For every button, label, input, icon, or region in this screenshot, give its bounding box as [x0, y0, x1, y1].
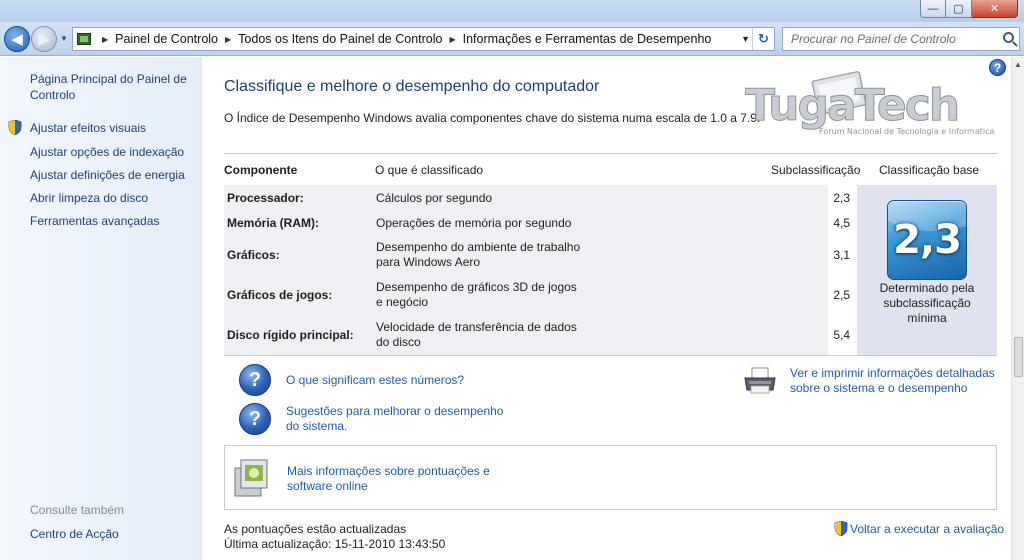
uac-shield-icon [8, 120, 22, 135]
column-header-basescore: Classificação base [879, 163, 980, 177]
chevron-right-icon[interactable]: ▶ [225, 35, 231, 44]
title-bar: — ▢ ✕ [0, 0, 1024, 22]
refresh-icon[interactable]: ↻ [752, 28, 774, 50]
search-input[interactable]: Procurar no Painel de Controlo [782, 27, 1020, 51]
link-more-info-online[interactable]: Mais informações sobre pontuações e soft… [287, 464, 502, 494]
table-row-subscore: 3,1 [833, 248, 850, 262]
table-row-description: Desempenho de gráficos 3D de jogos e neg… [376, 280, 577, 309]
column-header-component: Componente [224, 163, 298, 177]
svg-text:Forum Nacional de Tecnologia e: Forum Nacional de Tecnologia e Informati… [819, 127, 994, 136]
minimize-button[interactable]: — [920, 0, 946, 18]
chevron-right-icon[interactable]: ▶ [102, 35, 108, 44]
last-update-timestamp: Última actualização: 15-11-2010 13:43:50 [224, 537, 446, 551]
table-row-label: Gráficos: [227, 248, 280, 262]
svg-text:TugaTech: TugaTech [745, 80, 958, 131]
table-row-description: Velocidade de transferência de dados do … [376, 320, 577, 349]
table-row-label: Memória (RAM): [227, 216, 319, 230]
chevron-right-icon[interactable]: ▶ [449, 35, 455, 44]
link-print-details[interactable]: Ver e imprimir informações detalhadas so… [790, 366, 1000, 396]
sidebar-link-action-center[interactable]: Centro de Acção [30, 526, 195, 542]
column-header-subscore: Subclassificação [771, 163, 861, 177]
software-package-icon [234, 459, 268, 497]
page-title: Classifique e melhore o desempenho do co… [224, 78, 600, 95]
scores-status: As pontuações estão actualizadas [224, 522, 407, 536]
question-icon: ? [239, 403, 271, 435]
sidebar-link-disk-cleanup[interactable]: Abrir limpeza do disco [30, 190, 195, 206]
sidebar-link-indexing[interactable]: Ajustar opções de indexação [30, 144, 195, 160]
uac-shield-icon [834, 521, 848, 536]
table-row-subscore: 4,5 [833, 216, 850, 230]
table-row-description: Cálculos por segundo [376, 191, 493, 205]
sidebar-link-visual-effects[interactable]: Ajustar efeitos visuais [30, 120, 195, 136]
table-top-divider [224, 153, 997, 154]
sidebar-link-advanced-tools[interactable]: Ferramentas avançadas [30, 213, 195, 229]
sidebar-link-power[interactable]: Ajustar definições de energia [30, 167, 195, 183]
page-description: O Índice de Desempenho Windows avalia co… [224, 111, 761, 125]
link-performance-tips[interactable]: Sugestões para melhorar o desempenho do … [286, 404, 516, 434]
table-row-subscore: 2,5 [833, 288, 850, 302]
table-row-label: Gráficos de jogos: [227, 288, 333, 302]
search-placeholder: Procurar no Painel de Controlo [791, 32, 956, 46]
search-icon[interactable] [1003, 32, 1014, 43]
table-row-subscore: 2,3 [833, 191, 850, 205]
maximize-button[interactable]: ▢ [946, 0, 972, 18]
scroll-up-icon[interactable]: ▲ [1014, 60, 1022, 69]
breadcrumb-all-items[interactable]: Todos os Itens do Painel de Controlo [238, 32, 442, 46]
navigation-bar: ◀ ▶ ▼ ▶ Painel de Controlo ▶ Todos os It… [0, 22, 1024, 56]
breadcrumb-control-panel[interactable]: Painel de Controlo [115, 32, 218, 46]
forward-button[interactable]: ▶ [31, 26, 57, 52]
rerun-assessment-link[interactable]: Voltar a executar a avaliação [834, 521, 1004, 536]
table-bottom-divider [224, 355, 997, 356]
link-what-numbers-mean[interactable]: O que significam estes números? [286, 373, 464, 388]
table-row-label: Disco rígido principal: [227, 328, 354, 342]
table-row-subscore: 5,4 [833, 328, 850, 342]
control-panel-icon [77, 33, 91, 45]
recent-pages-dropdown-icon[interactable]: ▼ [60, 34, 68, 43]
tugatech-watermark-logo: TugaTech Forum Nacional de Tecnologia e … [745, 71, 994, 136]
base-score-caption: Determinado pela subclassificação mínima [879, 281, 975, 325]
vertical-scrollbar[interactable]: ▲ [1011, 57, 1024, 560]
table-row-description: Desempenho do ambiente de trabalho para … [376, 240, 581, 269]
window-controls: — ▢ ✕ [920, 0, 1018, 18]
base-score-badge: 2,3 [887, 200, 967, 280]
base-score-value: 2,3 [893, 217, 962, 263]
scroll-thumb[interactable] [1014, 337, 1023, 377]
see-also-heading: Consulte também [30, 503, 125, 517]
question-icon: ? [239, 364, 271, 396]
column-header-rated: O que é classificado [375, 163, 484, 177]
close-button[interactable]: ✕ [972, 0, 1018, 18]
address-bar[interactable]: ▶ Painel de Controlo ▶ Todos os Itens do… [72, 27, 775, 51]
table-row-description: Operações de memória por segundo [376, 216, 572, 230]
printer-icon [744, 367, 776, 394]
rerun-assessment-label: Voltar a executar a avaliação [850, 522, 1005, 536]
breadcrumb-performance[interactable]: Informações e Ferramentas de Desempenho [463, 32, 712, 46]
address-dropdown-icon[interactable]: ▼ [741, 34, 750, 44]
sidebar-link-control-panel-home[interactable]: Página Principal do Painel de Controlo [30, 71, 195, 103]
back-button[interactable]: ◀ [4, 26, 30, 52]
table-row-label: Processador: [227, 191, 304, 205]
